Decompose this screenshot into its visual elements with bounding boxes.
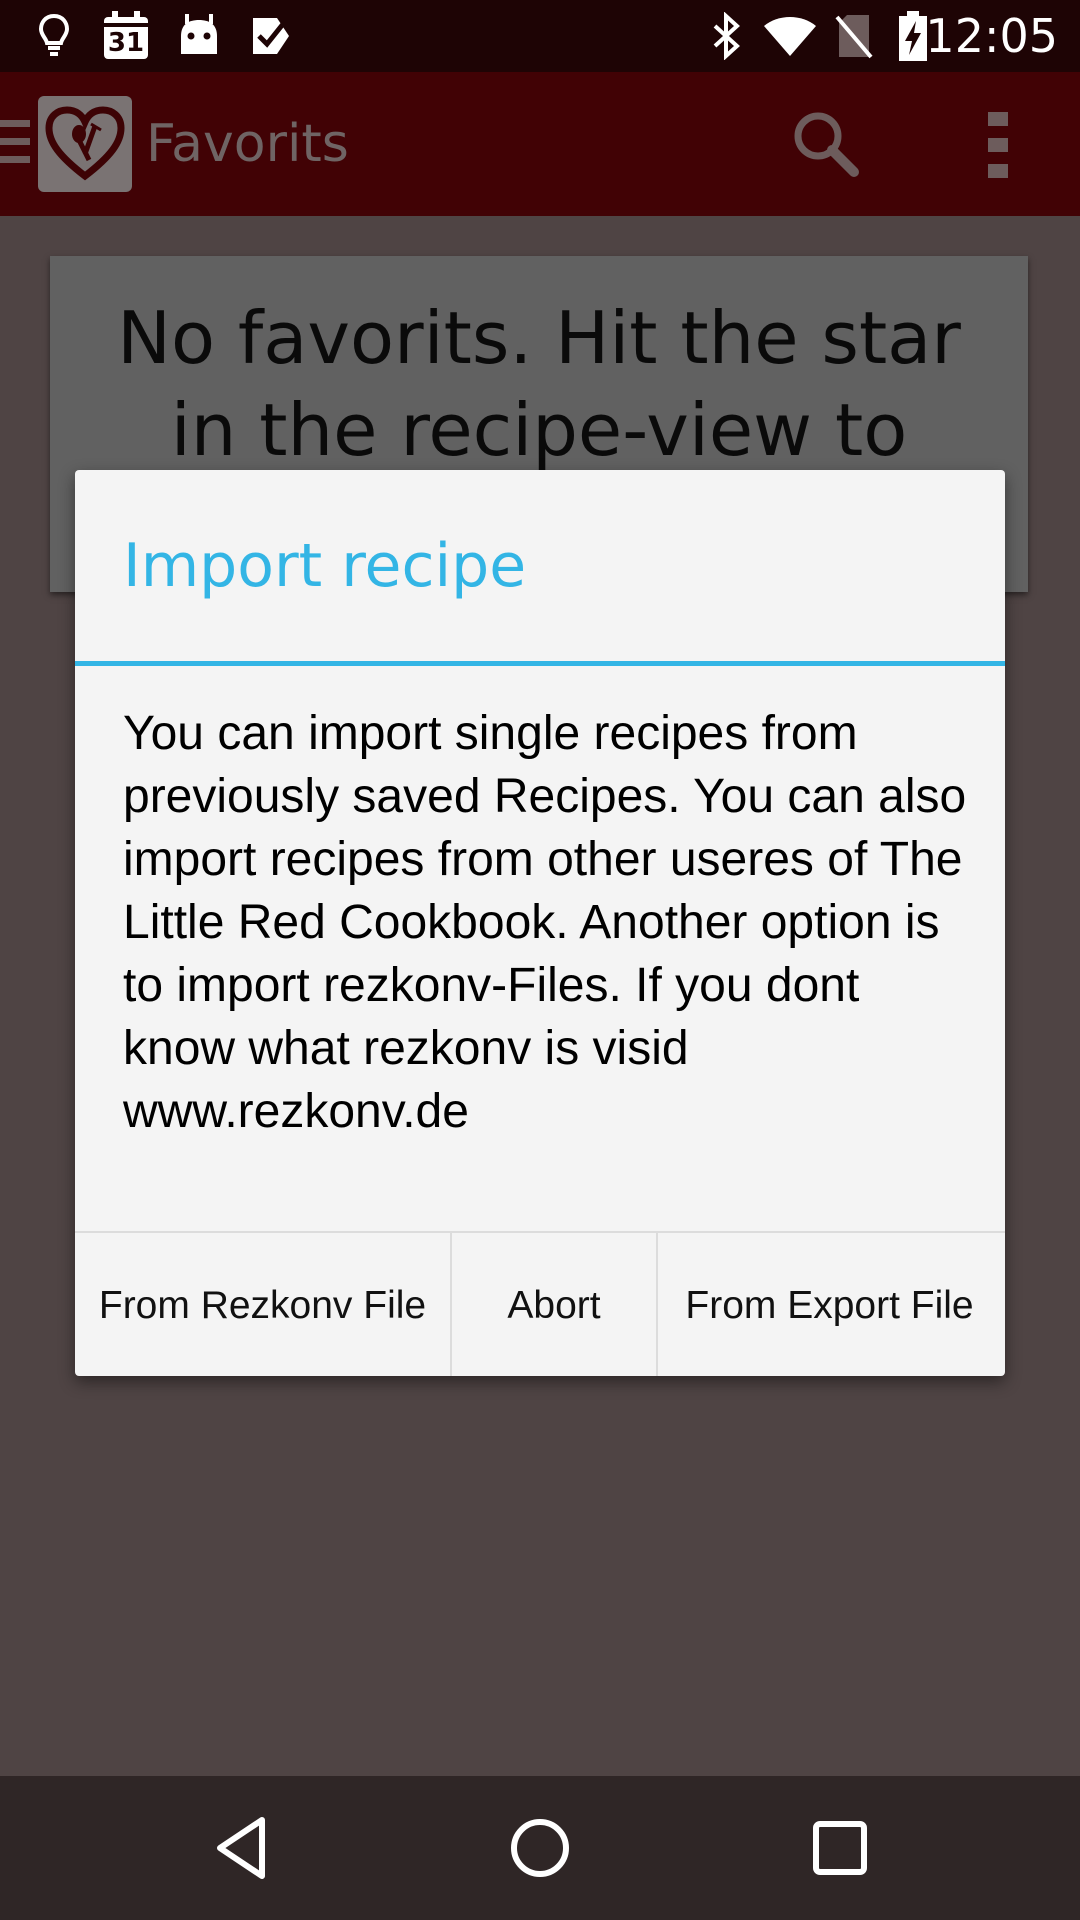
system-navigation-bar (0, 1776, 1080, 1920)
battery-charging-icon (898, 10, 928, 62)
android-icon (176, 10, 222, 62)
back-icon[interactable] (206, 1812, 278, 1884)
app-bar: Favorits (0, 72, 1080, 216)
dialog-title-divider (75, 661, 1005, 666)
search-icon[interactable] (790, 108, 862, 180)
calendar-day: 31 (107, 28, 145, 58)
no-sim-icon (834, 10, 874, 62)
abort-button[interactable]: Abort (452, 1233, 658, 1376)
calendar-icon: 31 (100, 10, 152, 62)
navigation-drawer-icon[interactable] (0, 120, 32, 168)
recents-icon[interactable] (804, 1812, 876, 1884)
overflow-menu-icon[interactable] (986, 112, 1010, 178)
from-rezkonv-file-button[interactable]: From Rezkonv File (75, 1233, 452, 1376)
bluetooth-icon (706, 10, 746, 62)
from-export-file-button[interactable]: From Export File (658, 1233, 1001, 1376)
home-icon[interactable] (504, 1812, 576, 1884)
lightbulb-icon (34, 10, 74, 62)
task-check-icon (248, 10, 294, 62)
dialog-button-bar: From Rezkonv File Abort From Export File (75, 1231, 1005, 1376)
app-title: Favorits (146, 114, 349, 174)
status-bar: 31 12:05 (0, 0, 1080, 72)
import-recipe-dialog: Import recipe You can import single reci… (75, 470, 1005, 1376)
heart-cutlery-logo[interactable] (38, 96, 132, 192)
dialog-message: You can import single recipes from previ… (123, 707, 967, 1138)
clock: 12:05 (925, 9, 1058, 63)
dialog-title: Import recipe (123, 531, 527, 601)
wifi-icon (760, 10, 820, 62)
